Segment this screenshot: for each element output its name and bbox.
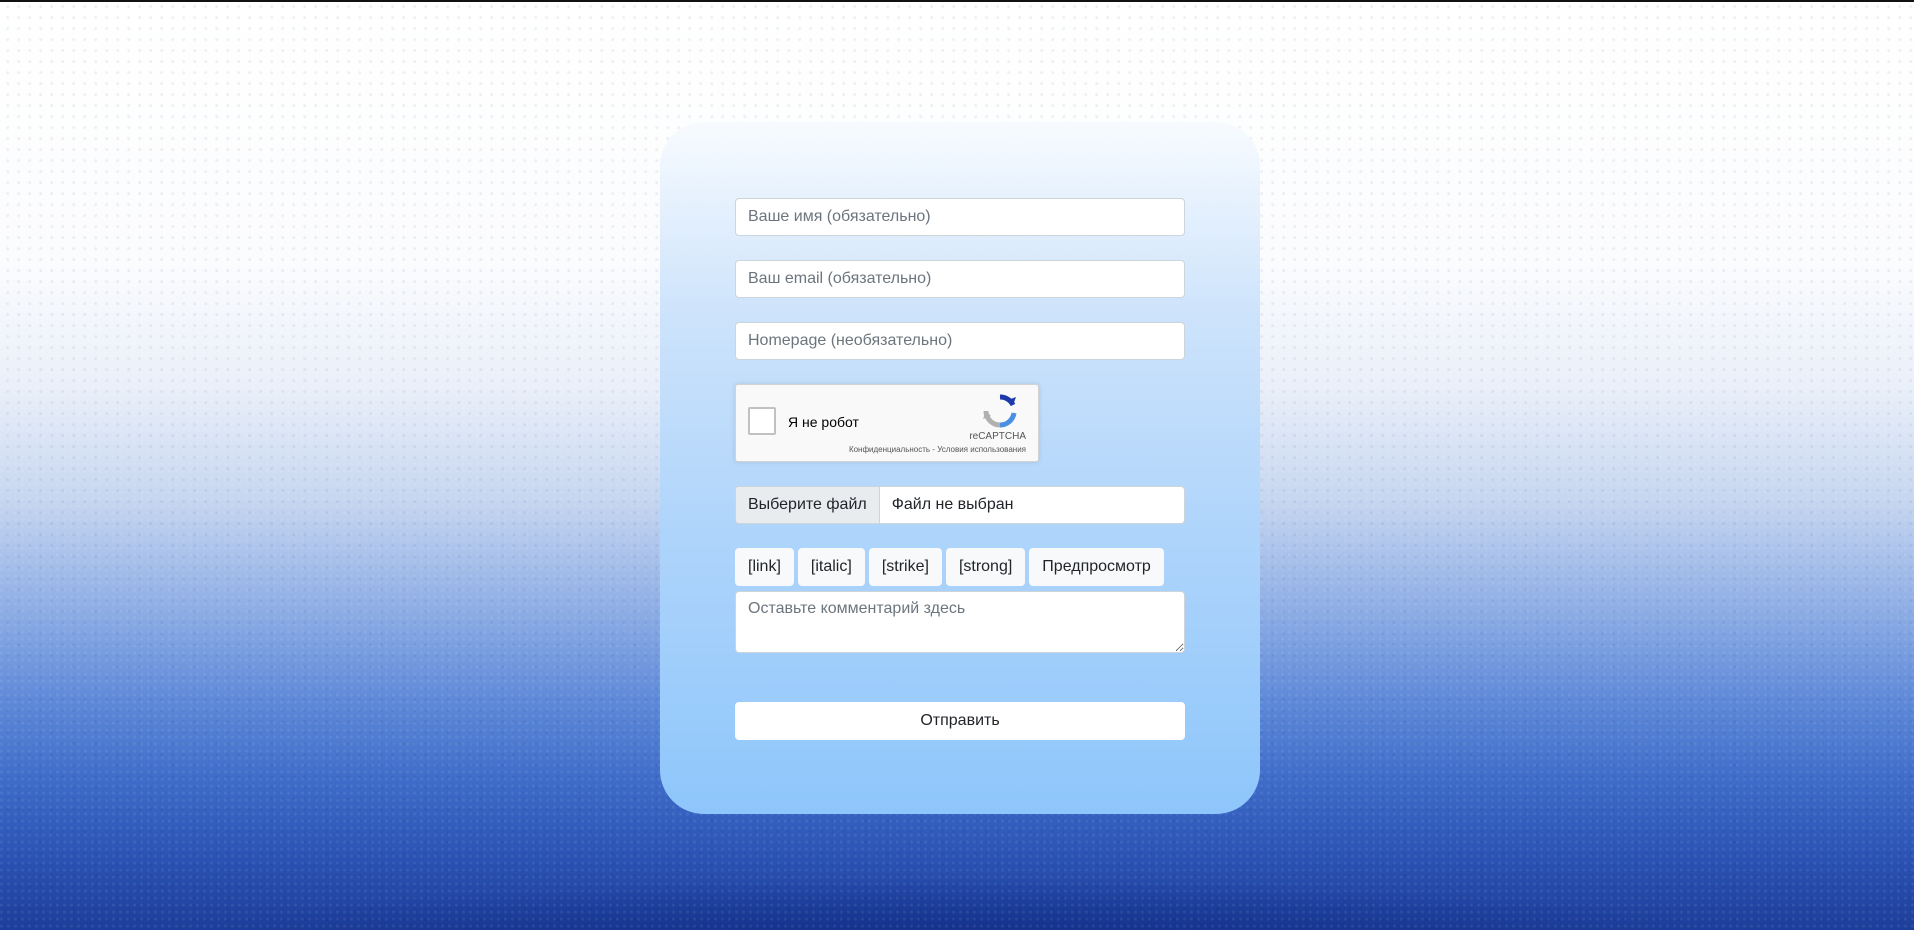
recaptcha-checkbox[interactable] [748, 407, 776, 435]
comment-textarea[interactable] [735, 591, 1185, 653]
recaptcha-logo-icon [983, 394, 1017, 428]
comment-form: Я не робот reCAPTCHA Конфиденциальность … [735, 198, 1185, 740]
recaptcha-label: Я не робот [788, 414, 859, 430]
choose-file-button[interactable]: Выберите файл [736, 487, 880, 523]
link-tag-button[interactable]: [link] [735, 548, 794, 586]
name-input[interactable] [735, 198, 1185, 236]
format-toolbar: [link] [italic] [strike] [strong] Предпр… [735, 548, 1185, 586]
italic-tag-button[interactable]: [italic] [797, 548, 865, 586]
submit-button[interactable]: Отправить [735, 702, 1185, 740]
homepage-input[interactable] [735, 322, 1185, 360]
preview-button[interactable]: Предпросмотр [1029, 548, 1164, 586]
top-border [0, 0, 1914, 2]
recaptcha-brand: reCAPTCHA [969, 431, 1026, 442]
strong-tag-button[interactable]: [strong] [945, 548, 1026, 586]
recaptcha-links[interactable]: Конфиденциальность - Условия использован… [849, 445, 1026, 454]
recaptcha-widget: Я не робот reCAPTCHA Конфиденциальность … [735, 384, 1039, 462]
comment-form-card: Я не робот reCAPTCHA Конфиденциальность … [660, 122, 1260, 814]
file-status: Файл не выбран [891, 496, 1014, 513]
strike-tag-button[interactable]: [strike] [868, 548, 942, 586]
file-input[interactable]: Выберите файл Файл не выбран [735, 486, 1185, 524]
email-input[interactable] [735, 260, 1185, 298]
